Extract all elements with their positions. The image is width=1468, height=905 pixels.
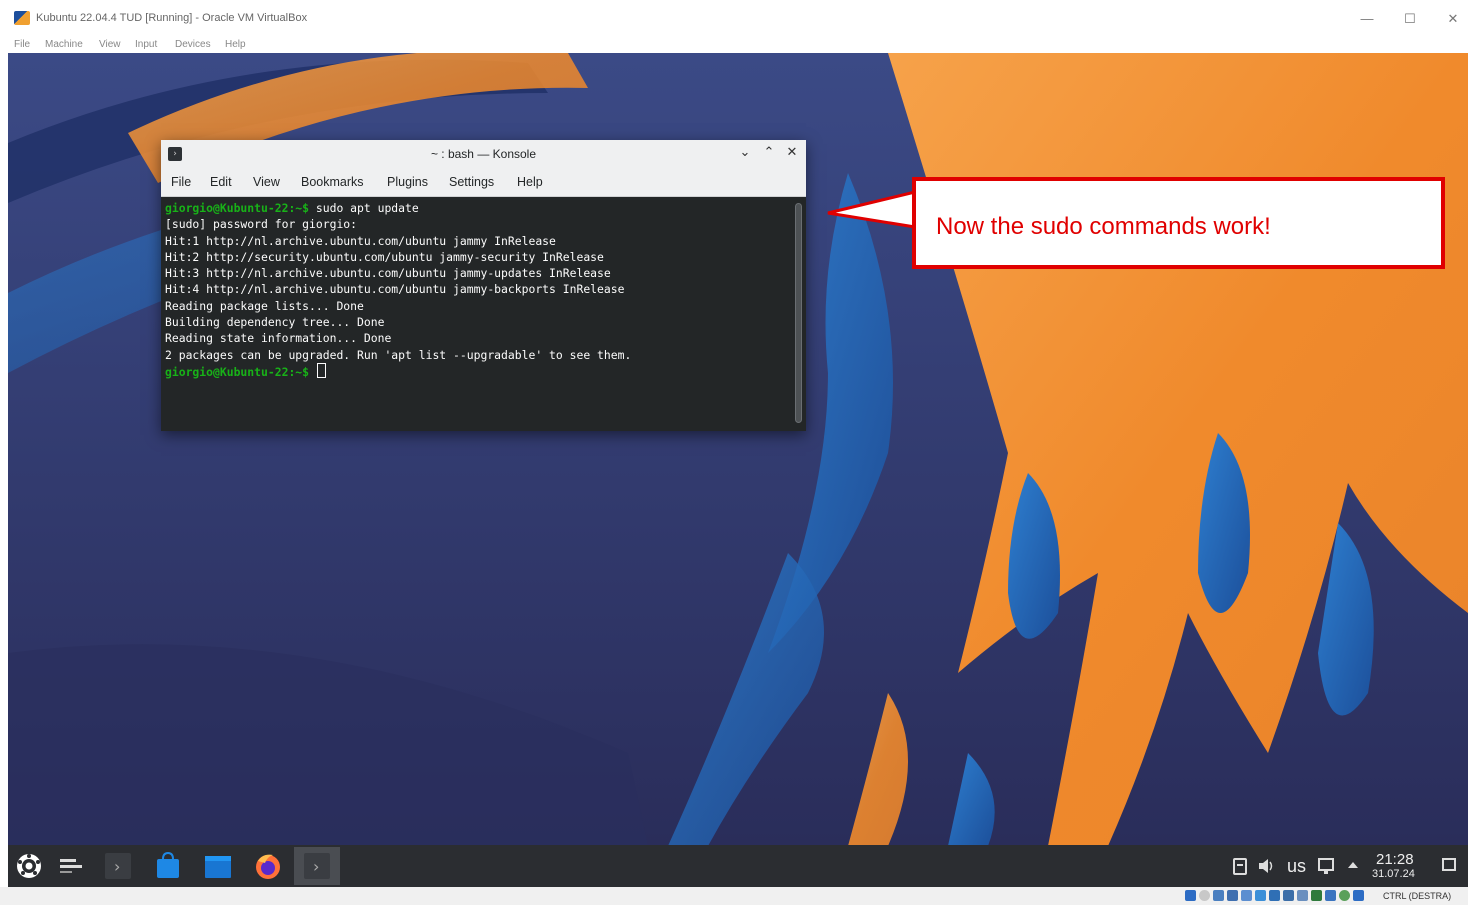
harddisk-status-icon[interactable] — [1185, 890, 1196, 901]
clock-time[interactable]: 21:28 — [1376, 851, 1414, 868]
kde-taskbar: › › us 21:28 31.07.24 — [8, 845, 1468, 887]
callout-text: Now the sudo commands work! — [936, 213, 1271, 240]
vbox-window-title: Kubuntu 22.04.4 TUD [Running] - Oracle V… — [36, 12, 308, 24]
konsole-title-bar[interactable]: › ~ : bash — Konsole ⌄ ⌃ ✕ — [161, 140, 806, 168]
konsole-close-button[interactable]: ✕ — [783, 144, 801, 162]
clipboard-icon[interactable] — [1230, 856, 1250, 876]
mouse-integration-status-icon[interactable] — [1311, 890, 1322, 901]
konsole-minimize-button[interactable]: ⌄ — [736, 144, 754, 162]
terminal-line: Hit:4 http://nl.archive.ubuntu.com/ubunt… — [165, 282, 625, 297]
display-status-icon[interactable] — [1269, 890, 1280, 901]
minimize-button[interactable]: — — [1352, 8, 1382, 30]
maximize-button[interactable]: ☐ — [1395, 8, 1425, 30]
tray-expand-icon[interactable] — [1346, 858, 1360, 872]
terminal-line: Building dependency tree... Done — [165, 315, 385, 330]
task-manager-icon[interactable] — [56, 851, 86, 881]
terminal-line: Hit:3 http://nl.archive.ubuntu.com/ubunt… — [165, 266, 611, 281]
terminal-cursor — [316, 362, 326, 378]
show-desktop-icon[interactable] — [1442, 858, 1456, 871]
vbox-menu-input[interactable]: Input — [135, 39, 157, 50]
konsole-menu-bookmarks[interactable]: Bookmarks — [301, 175, 364, 189]
network-icon[interactable] — [1316, 856, 1336, 876]
host-key-icon[interactable] — [1353, 890, 1364, 901]
konsole-menu-help[interactable]: Help — [517, 175, 543, 189]
terminal-text: giorgio@Kubuntu-22:~$ sudo apt update [s… — [165, 200, 631, 380]
terminal-line: Hit:2 http://security.ubuntu.com/ubuntu … — [165, 249, 604, 264]
konsole-menu-file[interactable]: File — [171, 175, 191, 189]
svg-text:›: › — [114, 857, 120, 876]
terminal-scrollbar[interactable] — [791, 197, 806, 431]
konsole-menu-view[interactable]: View — [253, 175, 280, 189]
usb-status-icon[interactable] — [1241, 890, 1252, 901]
svg-text:›: › — [313, 857, 319, 876]
annotation-callout: Now the sudo commands work! — [912, 177, 1445, 269]
guest-additions-status-icon[interactable] — [1339, 890, 1350, 901]
file-manager-icon[interactable] — [203, 851, 233, 881]
konsole-launcher-icon[interactable]: › — [103, 851, 133, 881]
volume-icon[interactable] — [1256, 856, 1276, 876]
keyboard-status-icon[interactable] — [1325, 890, 1336, 901]
vbox-title-bar: Kubuntu 22.04.4 TUD [Running] - Oracle V… — [0, 0, 1468, 34]
shared-folders-status-icon[interactable] — [1255, 890, 1266, 901]
virtualbox-logo-icon — [14, 11, 30, 25]
cpu-status-icon[interactable] — [1297, 890, 1308, 901]
vbox-menu-help[interactable]: Help — [225, 39, 246, 50]
vbox-menu-view[interactable]: View — [99, 39, 121, 50]
vbox-status-bar: CTRL (DESTRA) — [0, 887, 1468, 905]
konsole-active-task[interactable]: › — [294, 847, 340, 885]
audio-status-icon[interactable] — [1213, 890, 1224, 901]
discover-store-icon[interactable] — [153, 851, 183, 881]
callout-pointer — [827, 190, 917, 229]
keyboard-layout-indicator[interactable]: us — [1287, 856, 1306, 877]
konsole-menu-edit[interactable]: Edit — [210, 175, 232, 189]
recording-status-icon[interactable] — [1283, 890, 1294, 901]
close-button[interactable]: ✕ — [1438, 8, 1468, 30]
firefox-icon[interactable] — [253, 851, 283, 881]
host-key-label: CTRL (DESTRA) — [1383, 891, 1452, 901]
vbox-menu-machine[interactable]: Machine — [45, 39, 83, 50]
terminal-line: Reading package lists... Done — [165, 298, 364, 313]
terminal-line: 2 packages can be upgraded. Run 'apt lis… — [165, 347, 632, 362]
konsole-menu-plugins[interactable]: Plugins — [387, 175, 428, 189]
konsole-maximize-button[interactable]: ⌃ — [760, 144, 778, 162]
vbox-menu-devices[interactable]: Devices — [175, 39, 211, 50]
terminal-output[interactable]: giorgio@Kubuntu-22:~$ sudo apt update [s… — [161, 197, 791, 431]
app-launcher-icon[interactable] — [14, 851, 44, 881]
terminal-command: sudo apt update — [309, 201, 419, 215]
konsole-menu-settings[interactable]: Settings — [449, 175, 494, 189]
scrollbar-thumb[interactable] — [795, 203, 802, 423]
terminal-prompt: giorgio@Kubuntu-22:~$ — [165, 201, 310, 215]
konsole-window[interactable]: › ~ : bash — Konsole ⌄ ⌃ ✕ File Edit Vie… — [161, 140, 806, 431]
clock-date[interactable]: 31.07.24 — [1372, 868, 1415, 880]
optical-drive-status-icon[interactable] — [1199, 890, 1210, 901]
konsole-title: ~ : bash — Konsole — [430, 147, 537, 161]
vbox-menu-file[interactable]: File — [14, 39, 30, 50]
vbox-menu-bar: File Machine View Input Devices Help — [0, 34, 1468, 54]
terminal-final-prompt: giorgio@Kubuntu-22:~$ — [165, 364, 310, 379]
terminal-task-icon: › — [304, 853, 330, 879]
konsole-menu-bar: File Edit View Bookmarks Plugins Setting… — [161, 168, 806, 197]
network-status-icon[interactable] — [1227, 890, 1238, 901]
terminal-line: Hit:1 http://nl.archive.ubuntu.com/ubunt… — [165, 233, 556, 248]
terminal-line: [sudo] password for giorgio: — [165, 217, 358, 232]
terminal-line: Reading state information... Done — [165, 331, 392, 346]
